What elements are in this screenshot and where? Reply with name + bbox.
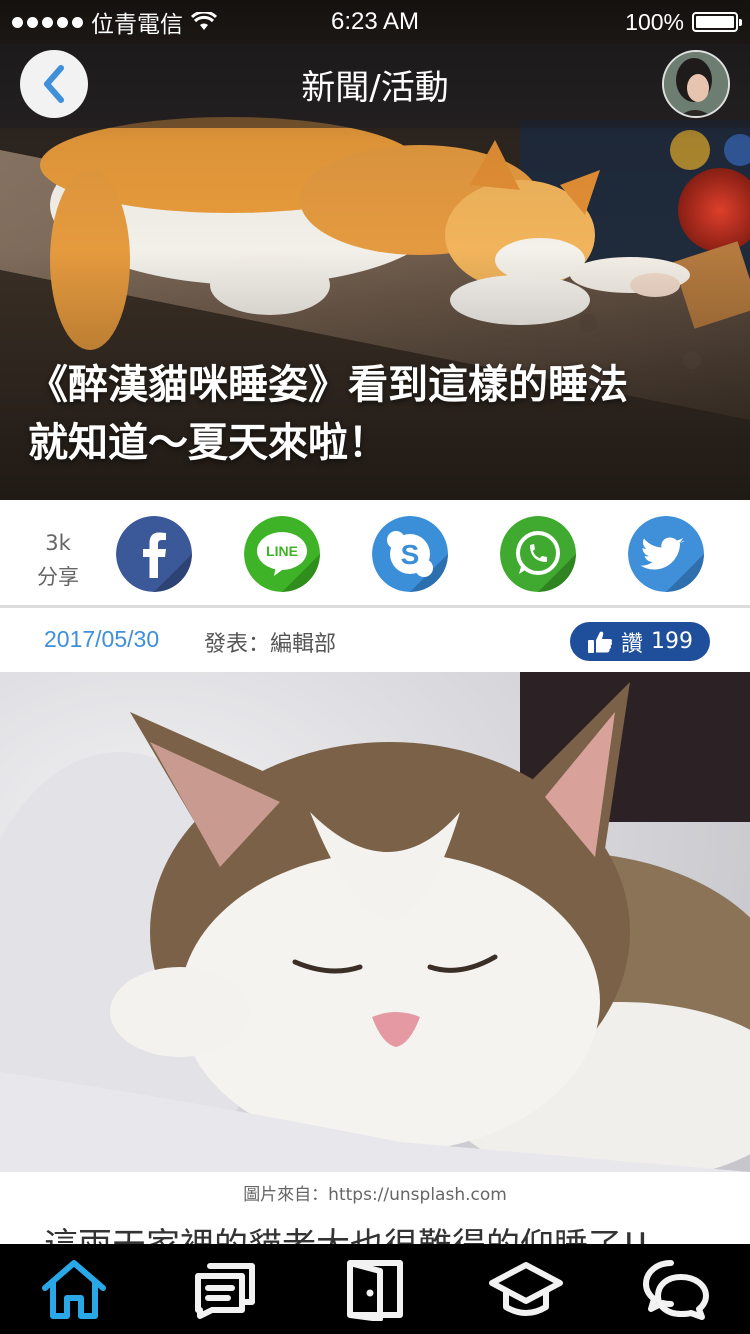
page-title: 新聞/活動 [301,68,449,108]
tab-chat[interactable] [638,1251,714,1327]
battery-icon [692,12,742,32]
hero-headline-line-1: 《醉漢貓咪睡姿》看到這樣的睡法 [28,362,628,408]
skype-share-button[interactable]: S [372,516,448,592]
battery-fill [696,16,734,28]
tab-door[interactable] [337,1251,413,1327]
photo-credit: 圖片來自：https://unsplash.com [243,1185,507,1205]
chat-bubbles-icon [643,1260,709,1320]
door-icon [347,1260,403,1321]
graduation-cap-icon [488,1262,563,1316]
status-bar: 位青電信 6:23 AM 100% [0,0,750,44]
home-icon [42,1260,106,1319]
share-label: 分享 [37,565,79,589]
skype-icon: S [372,516,448,592]
wifi-icon [191,12,217,30]
facebook-icon [116,516,192,592]
carrier-name: 位青電信 [91,12,183,38]
twitter-icon [628,516,704,592]
signal-icon [12,16,83,28]
like-count: 199 [651,629,693,654]
sleeping-cat-photo [0,672,750,1172]
news-icon [194,1263,255,1319]
line-share-button[interactable]: LINE [244,516,320,592]
like-label: 讚 [620,631,643,657]
facebook-share-button[interactable] [116,516,192,592]
share-counter: 3k 分享 [20,526,96,594]
thumbs-up-icon [587,631,613,653]
tab-home[interactable] [36,1251,112,1327]
tab-bar [0,1244,750,1334]
line-icon-text: LINE [266,543,298,559]
whatsapp-share-button[interactable] [500,516,576,592]
hero-banner[interactable]: 位青電信 6:23 AM 100% 新聞/活動 《醉漢貓咪睡姿》看到這樣的睡法 … [0,0,750,500]
tab-news[interactable] [187,1251,263,1327]
share-bar: 3k 分享 LINE S [0,500,750,608]
line-icon: LINE [244,516,320,592]
battery-percent: 100% [625,8,684,35]
share-count: 3k [45,531,71,555]
author-label: 發表：編輯部 [204,632,337,657]
article-photo[interactable] [0,672,750,1172]
svg-text:S: S [401,539,420,570]
chevron-left-icon [44,65,64,103]
status-right: 100% [625,8,742,36]
avatar[interactable] [662,50,730,118]
navigation-bar: 新聞/活動 [0,44,750,128]
tab-school[interactable] [488,1251,564,1327]
status-left: 位青電信 [12,5,217,39]
whatsapp-icon [500,516,576,592]
publish-date: 2017/05/30 [44,626,160,652]
like-button[interactable]: 讚 199 [570,622,710,661]
hero-headline[interactable]: 《醉漢貓咪睡姿》看到這樣的睡法 就知道～夏天來啦！ [28,356,734,472]
twitter-share-button[interactable] [628,516,704,592]
back-button[interactable] [20,50,88,118]
hero-headline-line-2: 就知道～夏天來啦！ [28,420,388,466]
profile-avatar-icon [664,52,728,116]
article-meta: 2017/05/30 發表：編輯部 讚 199 [0,611,750,672]
